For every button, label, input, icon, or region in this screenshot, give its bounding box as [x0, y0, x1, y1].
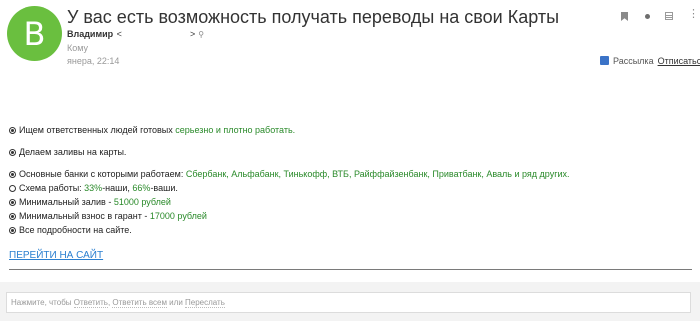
bullet-radio-icon: [9, 149, 16, 156]
email-date: янера, 22:14: [67, 56, 120, 66]
mailing-row: Рассылка Отписаться: [600, 56, 700, 66]
reply-link[interactable]: Ответить: [73, 298, 108, 308]
bullet-radio-icon: [9, 185, 16, 192]
body-line: Ищем ответственных людей готовых серьезн…: [9, 125, 295, 135]
sender-address-close: >: [189, 29, 196, 39]
reply-area: Нажмите, чтобы Ответить, Ответить всем и…: [0, 282, 700, 321]
unsubscribe-link[interactable]: Отписаться: [658, 56, 700, 66]
mailing-list-icon: [600, 56, 609, 65]
sender-row: Владимир < > ⚲: [67, 29, 204, 39]
grid-icon[interactable]: [665, 12, 673, 20]
sender-address-open: <: [116, 29, 122, 39]
avatar[interactable]: B: [7, 6, 62, 61]
search-icon[interactable]: ⚲: [198, 30, 204, 39]
more-icon[interactable]: ⋮: [688, 8, 699, 19]
reply-all-link[interactable]: Ответить всем: [112, 298, 167, 308]
bullet-radio-icon: [9, 199, 16, 206]
body-line: Делаем заливы на карты.: [9, 147, 126, 157]
toolbar-icons: ⋮: [618, 8, 699, 26]
body-line: Все подробности на сайте.: [9, 225, 132, 235]
bullet-radio-icon: [9, 213, 16, 220]
bullet-radio-icon: [9, 227, 16, 234]
bullet-radio-icon: [9, 127, 16, 134]
body-line: Минимальный взнос в гарант - 17000 рубле…: [9, 211, 207, 221]
dot-icon[interactable]: [645, 14, 650, 19]
email-subject: У вас есть возможность получать переводы…: [67, 7, 560, 27]
bullet-radio-icon: [9, 171, 16, 178]
body-line: Основные банки с которыми работаем: Сбер…: [9, 169, 570, 179]
forward-link[interactable]: Переслать: [185, 298, 225, 308]
recipient-label[interactable]: Кому: [67, 43, 88, 53]
bookmark-icon[interactable]: [621, 12, 628, 21]
body-line: Схема работы: 33%-наши, 66%-ваши.: [9, 183, 178, 193]
go-to-site-link[interactable]: ПЕРЕЙТИ НА САЙТ: [9, 250, 103, 261]
sender-name[interactable]: Владимир: [67, 29, 113, 39]
body-line: Минимальный залив - 51000 рублей: [9, 197, 171, 207]
quick-reply-box[interactable]: Нажмите, чтобы Ответить, Ответить всем и…: [6, 292, 691, 313]
mailing-label: Рассылка: [613, 56, 654, 66]
divider: [9, 269, 692, 270]
